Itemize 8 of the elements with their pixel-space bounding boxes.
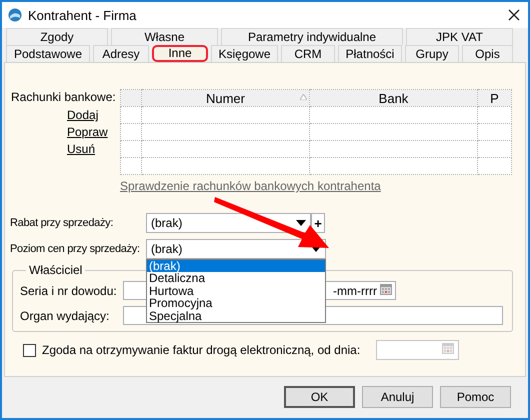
field-label: Rabat przy sprzedaży: [9,217,114,229]
field-label: Poziom cen przy sprzedaży: [9,243,141,255]
checkbox-label: Zgoda na otrzymywanie faktur drogą elektroniczną, od dnia: [42,343,360,357]
group-title: Właściciel [28,263,84,277]
window-title: Kontrahent - Firma [28,8,138,22]
field-label: Seria i nr dowodu: [20,284,118,298]
field-label: Rachunki bankowe: [10,89,116,106]
field-label: Organ wydający: [20,308,110,322]
